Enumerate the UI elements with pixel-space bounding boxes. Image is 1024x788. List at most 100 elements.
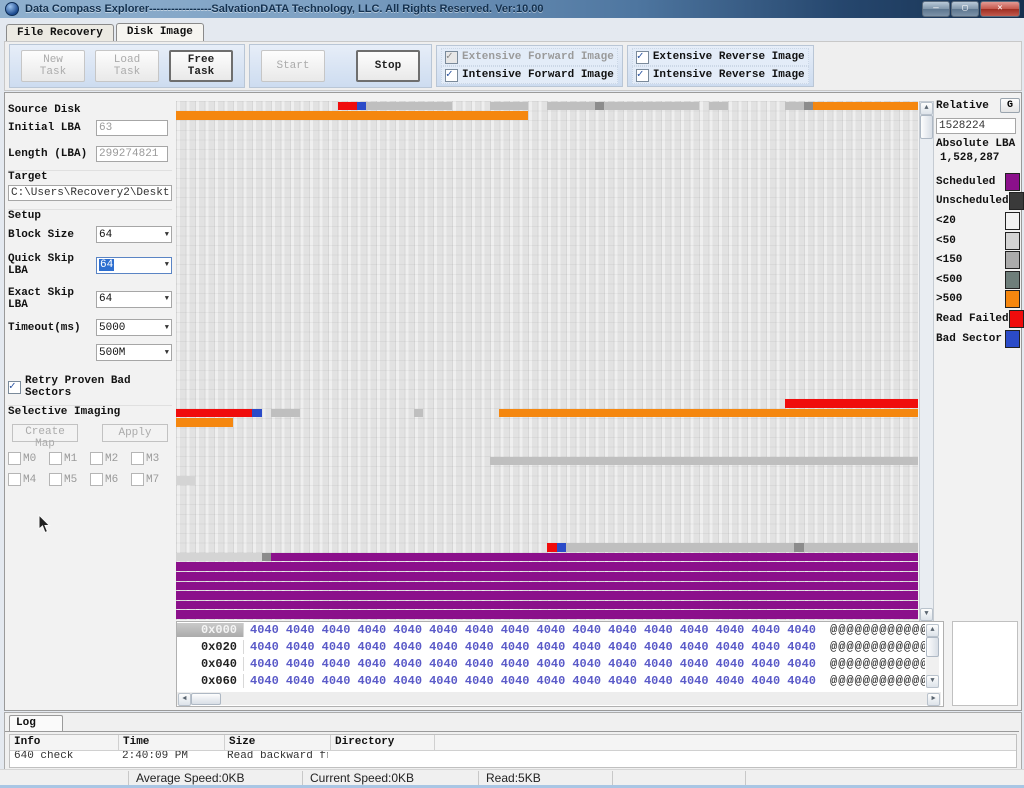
target-path-field[interactable] — [8, 185, 172, 201]
block-run-dg[interactable] — [595, 102, 605, 111]
log-row[interactable]: 640 check2:40:09 PMRead backward from 15 — [10, 751, 1016, 760]
timeout-select[interactable]: 5000 ▼ — [96, 319, 172, 336]
hex-row[interactable]: 0x00040404040404040404040404040404040404… — [177, 622, 925, 639]
new-task-button[interactable]: New Task — [21, 50, 85, 82]
block-run-g[interactable] — [709, 102, 728, 111]
block-run-g[interactable] — [490, 102, 528, 111]
block-run-o[interactable] — [813, 102, 918, 111]
scroll-left-icon[interactable]: ◄ — [178, 693, 191, 706]
length-lba-field[interactable] — [96, 146, 168, 162]
block-run-g[interactable] — [547, 102, 699, 111]
module-checkbox-m0[interactable]: M0 — [8, 452, 49, 465]
hex-row[interactable]: 0x04040404040404040404040404040404040404… — [177, 656, 925, 673]
block-run-sg[interactable] — [176, 553, 262, 562]
apply-button[interactable]: Apply — [102, 424, 168, 442]
block-run-b[interactable] — [557, 543, 567, 552]
tab-log[interactable]: Log — [9, 715, 63, 732]
hex-row[interactable]: 0x08040404040404040404040404040404040404… — [177, 689, 925, 691]
tab-file-recovery[interactable]: File Recovery — [6, 24, 114, 41]
retry-bad-sectors-checkbox[interactable] — [8, 381, 21, 394]
go-button[interactable]: G — [1000, 98, 1020, 113]
block-run-r[interactable] — [176, 409, 252, 418]
image-mode-checkbox-row[interactable]: Intensive Reverse Image — [632, 66, 809, 84]
checkbox-icon[interactable] — [131, 452, 144, 465]
image-mode-checkbox-row[interactable]: Extensive Reverse Image — [632, 48, 809, 66]
image-mode-checkbox-row[interactable]: Extensive Forward Image — [441, 48, 618, 66]
block-run-dg[interactable] — [804, 102, 814, 111]
scroll-right-icon[interactable]: ► — [927, 693, 940, 706]
block-run-p[interactable] — [176, 582, 918, 591]
block-run-sg[interactable] — [176, 476, 195, 485]
exact-skip-lba-select[interactable]: 64 ▼ — [96, 291, 172, 308]
checkbox-icon[interactable] — [90, 452, 103, 465]
scroll-up-icon[interactable]: ▲ — [920, 102, 933, 115]
block-run-r[interactable] — [338, 102, 357, 111]
checkbox-icon[interactable] — [8, 473, 21, 486]
block-run-o[interactable] — [176, 418, 233, 427]
free-task-button[interactable]: Free Task — [169, 50, 233, 82]
grid-scroll-thumb[interactable] — [920, 115, 933, 139]
disk-block-map[interactable] — [176, 101, 918, 620]
checkbox-icon[interactable] — [8, 452, 21, 465]
block-run-dg[interactable] — [794, 543, 804, 552]
module-checkbox-m5[interactable]: M5 — [49, 473, 90, 486]
close-button[interactable]: ✕ — [980, 1, 1020, 17]
hex-horizontal-scrollbar[interactable]: ◄ ► — [177, 692, 941, 705]
block-run-p[interactable] — [176, 591, 918, 600]
block-run-p[interactable] — [176, 610, 918, 619]
module-checkbox-m2[interactable]: M2 — [90, 452, 131, 465]
tab-disk-image[interactable]: Disk Image — [116, 23, 204, 42]
checkbox-icon[interactable] — [445, 69, 458, 82]
module-checkbox-m3[interactable]: M3 — [131, 452, 172, 465]
checkbox-icon[interactable] — [90, 473, 103, 486]
scroll-down-icon[interactable]: ▼ — [920, 608, 933, 621]
scroll-up-icon[interactable]: ▲ — [926, 624, 939, 637]
hex-vscroll-thumb[interactable] — [926, 637, 939, 657]
block-run-p[interactable] — [271, 553, 918, 562]
block-run-g[interactable] — [366, 102, 452, 111]
initial-lba-field[interactable] — [96, 120, 168, 136]
start-button[interactable]: Start — [261, 50, 325, 82]
module-checkbox-m7[interactable]: M7 — [131, 473, 172, 486]
module-checkbox-m6[interactable]: M6 — [90, 473, 131, 486]
hex-row[interactable]: 0x06040404040404040404040404040404040404… — [177, 672, 925, 689]
block-run-g[interactable] — [271, 409, 300, 418]
block-run-p[interactable] — [176, 572, 918, 581]
block-run-g[interactable] — [414, 409, 424, 418]
block-run-b[interactable] — [252, 409, 262, 418]
log-column-header[interactable]: Directory — [331, 735, 435, 750]
block-run-b[interactable] — [357, 102, 367, 111]
module-checkbox-m4[interactable]: M4 — [8, 473, 49, 486]
block-run-g[interactable] — [785, 102, 804, 111]
block-run-dg[interactable] — [262, 553, 272, 562]
checkbox-icon[interactable] — [49, 473, 62, 486]
create-map-button[interactable]: Create Map — [12, 424, 78, 442]
log-column-header[interactable]: Info — [10, 735, 119, 750]
checkbox-icon[interactable] — [636, 69, 649, 82]
cache-size-select[interactable]: 500M ▼ — [96, 344, 172, 361]
hex-viewer[interactable]: 0x00040404040404040404040404040404040404… — [176, 621, 944, 707]
hex-row[interactable]: 0x02040404040404040404040404040404040404… — [177, 639, 925, 656]
stop-button[interactable]: Stop — [356, 50, 420, 82]
block-run-o[interactable] — [499, 409, 918, 418]
maximize-button[interactable]: ▢ — [951, 1, 979, 17]
block-run-r[interactable] — [547, 543, 557, 552]
checkbox-icon[interactable] — [445, 51, 458, 64]
hex-hscroll-thumb[interactable] — [191, 693, 221, 705]
log-column-header[interactable]: Time — [119, 735, 225, 750]
image-mode-checkbox-row[interactable]: Intensive Forward Image — [441, 66, 618, 84]
log-table[interactable]: InfoTimeSizeDirectory 640 check2:40:09 P… — [9, 734, 1017, 768]
checkbox-icon[interactable] — [636, 51, 649, 64]
block-run-g[interactable] — [566, 543, 918, 552]
block-run-r[interactable] — [785, 399, 918, 408]
hex-vertical-scrollbar[interactable]: ▲ ▼ — [926, 624, 939, 688]
block-run-g[interactable] — [490, 457, 918, 466]
grid-vertical-scrollbar[interactable]: ▲ ▼ — [919, 101, 934, 622]
log-column-header[interactable]: Size — [225, 735, 331, 750]
block-run-o[interactable] — [176, 111, 528, 120]
block-run-p[interactable] — [176, 601, 918, 610]
scroll-down-icon[interactable]: ▼ — [926, 675, 939, 688]
load-task-button[interactable]: Load Task — [95, 50, 159, 82]
relative-lba-field[interactable] — [936, 118, 1016, 134]
minimize-button[interactable]: — — [922, 1, 950, 17]
